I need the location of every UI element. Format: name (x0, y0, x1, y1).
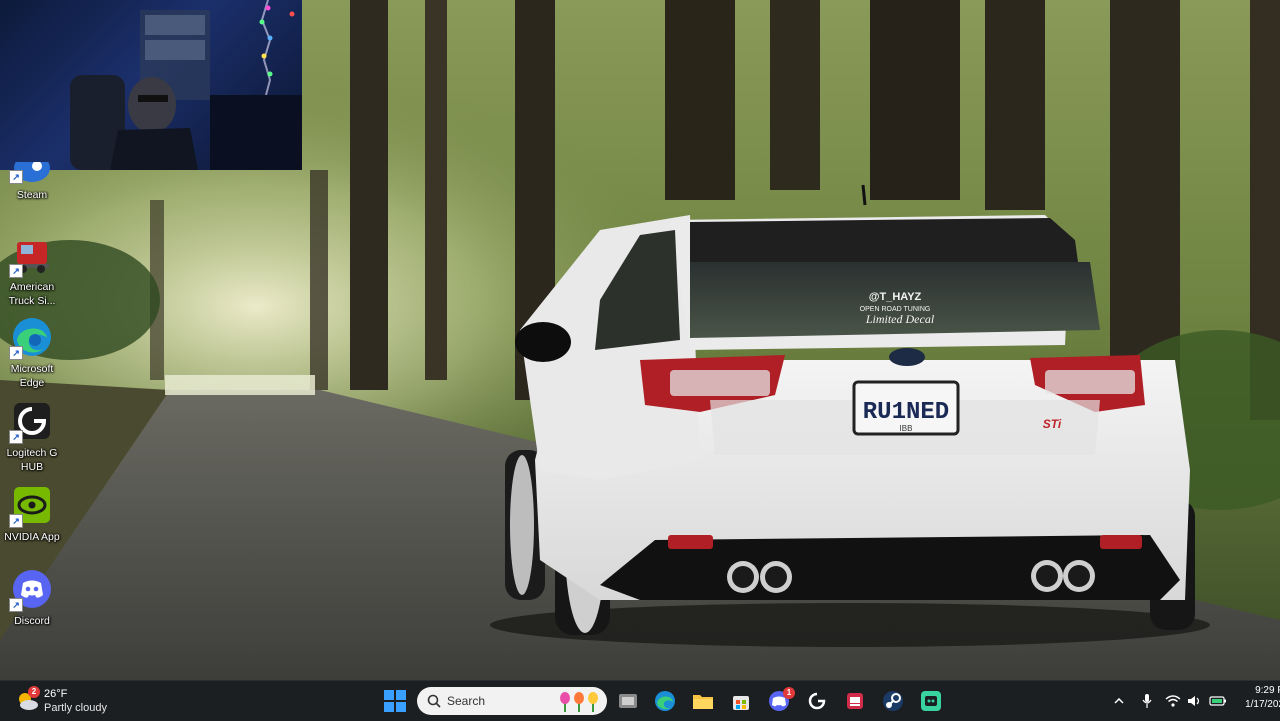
chevron-up-icon (1114, 698, 1124, 704)
desktop-icon-logitech[interactable]: ↗ Logitech G HUB (2, 400, 62, 474)
search-placeholder: Search (447, 694, 486, 708)
taskbar-microsoft-store[interactable] (727, 687, 755, 715)
decal-handle: @T_HAYZ (869, 291, 922, 303)
taskbar-discord[interactable]: 1 (765, 687, 795, 715)
microphone-button[interactable] (1138, 687, 1156, 715)
shortcut-arrow-icon: ↗ (9, 264, 23, 278)
discord-icon: ↗ (9, 568, 53, 612)
microphone-icon (1142, 694, 1152, 708)
desktop-icon-discord[interactable]: ↗ Discord (2, 568, 62, 628)
desktop-icon-label: Logitech G HUB (6, 447, 58, 473)
clock-date: 1/17/202 (1245, 699, 1280, 710)
clock[interactable]: 9:29 P 1/17/202 (1234, 684, 1280, 712)
license-plate-subtext: IBB (900, 424, 913, 433)
desktop-icon-label: Microsoft Edge (10, 363, 54, 389)
desktop-icon-label: NVIDIA App (4, 531, 60, 543)
desktop-icon-label: Discord (14, 615, 50, 627)
start-button[interactable] (381, 687, 409, 715)
desktop-icon-label: American Truck Si... (8, 281, 56, 307)
store-icon (733, 696, 749, 710)
steam-icon (883, 691, 903, 711)
weather-icon: 2 (14, 686, 40, 714)
taskbar: 2 26°F Partly cloudy Search 1 9:29 1/17/… (0, 680, 1280, 721)
task-view-icon (619, 694, 637, 708)
discord-notification-badge: 1 (783, 687, 795, 699)
windows-icon (384, 690, 406, 712)
desktop-icon-steam[interactable]: ↗ Steam (2, 154, 62, 202)
steam-icon: ↗ (9, 154, 53, 184)
stream-icon (921, 691, 941, 711)
weather-badge: 2 (28, 686, 40, 698)
sti-badge: STi (1043, 417, 1062, 431)
taskbar-search[interactable]: Search (417, 687, 607, 715)
volume-button[interactable] (1186, 687, 1204, 715)
truck-icon (847, 693, 863, 709)
weather-widget[interactable]: 2 26°F Partly cloudy (14, 685, 107, 717)
taskbar-edge[interactable] (651, 687, 679, 715)
battery-icon (1209, 696, 1226, 706)
task-view-button[interactable] (614, 687, 642, 715)
shortcut-arrow-icon: ↗ (9, 598, 23, 612)
desktop-icon-nvidia[interactable]: ↗ NVIDIA App (2, 484, 62, 544)
clock-time: 9:29 P (1255, 685, 1280, 696)
taskbar-truck-simulator[interactable] (841, 687, 869, 715)
edge-icon (655, 691, 675, 711)
network-button[interactable] (1164, 687, 1182, 715)
search-icon (427, 694, 441, 708)
shortcut-arrow-icon: ↗ (9, 514, 23, 528)
speaker-icon (1188, 696, 1200, 706)
license-plate-text: RU1NED (863, 399, 949, 426)
weather-condition: Partly cloudy (44, 701, 107, 714)
decal-limited: Limited Decal (865, 312, 935, 326)
wifi-icon (1165, 695, 1181, 707)
desktop-icon-american-truck[interactable]: ↗ American Truck Si... (2, 234, 62, 308)
edge-icon: ↗ (9, 316, 53, 360)
shortcut-arrow-icon: ↗ (9, 430, 23, 444)
folder-icon (693, 695, 713, 709)
desktop-icon-label: Steam (16, 189, 48, 201)
truck-icon: ↗ (9, 234, 53, 278)
battery-button[interactable] (1208, 687, 1228, 715)
shortcut-arrow-icon: ↗ (9, 170, 23, 184)
taskbar-file-explorer[interactable] (689, 687, 717, 715)
show-hidden-icons-button[interactable] (1110, 687, 1128, 715)
logitech-g-icon: ↗ (9, 400, 53, 444)
taskbar-logitech[interactable] (803, 687, 831, 715)
nvidia-icon: ↗ (9, 484, 53, 528)
tulips-icon (560, 692, 598, 712)
shortcut-arrow-icon: ↗ (9, 346, 23, 360)
desktop-icon-edge[interactable]: ↗ Microsoft Edge (2, 316, 62, 390)
weather-temperature: 26°F (44, 687, 68, 700)
taskbar-steam[interactable] (879, 687, 907, 715)
logitech-g-icon (808, 692, 826, 710)
taskbar-streaming-app[interactable] (917, 687, 945, 715)
webcam-overlay (0, 0, 302, 170)
